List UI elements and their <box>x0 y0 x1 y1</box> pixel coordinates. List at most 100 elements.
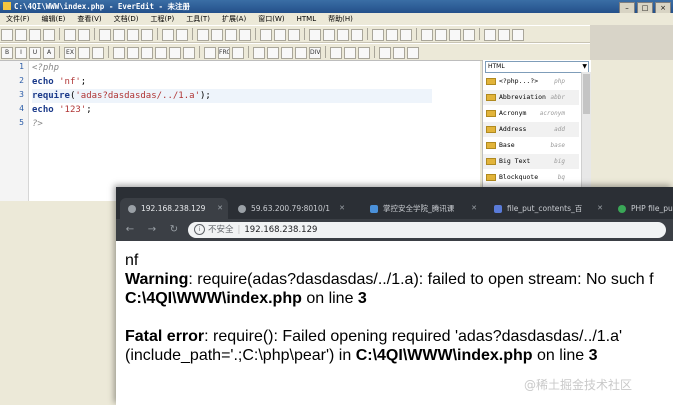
forward-arrow-icon[interactable]: → <box>146 223 158 237</box>
textarea-icon[interactable] <box>267 47 279 59</box>
indent-icon[interactable] <box>309 29 321 41</box>
undo-icon[interactable] <box>162 29 174 41</box>
menu-edit[interactable]: 编辑(E) <box>36 13 72 25</box>
clip-icon[interactable] <box>498 29 510 41</box>
bold-button[interactable]: B <box>1 47 13 59</box>
menu-tools[interactable]: 工具(T) <box>180 13 216 25</box>
warning-location: C:\4QI\WWW\index.php on line 3 <box>125 289 367 308</box>
input-icon[interactable] <box>253 47 265 59</box>
show-whitespace-icon[interactable] <box>435 29 447 41</box>
paragraph-icon[interactable] <box>127 47 139 59</box>
word-wrap-icon[interactable] <box>421 29 433 41</box>
print-preview-icon[interactable] <box>78 29 90 41</box>
url-text[interactable]: 192.168.238.129 <box>244 225 317 235</box>
snippet-item[interactable]: <?php...?> php <box>483 74 579 89</box>
tab-close-icon[interactable]: ✕ <box>339 198 345 219</box>
heading-icon[interactable] <box>113 47 125 59</box>
prev-bookmark-icon[interactable] <box>274 29 286 41</box>
copy-icon[interactable] <box>113 29 125 41</box>
style-icon[interactable] <box>344 47 356 59</box>
select-icon[interactable] <box>295 47 307 59</box>
uncomment-icon[interactable] <box>351 29 363 41</box>
menu-view[interactable]: 查看(V) <box>71 13 107 25</box>
not-secure-label[interactable]: 不安全 <box>208 225 234 235</box>
ex-button[interactable]: EX <box>64 47 76 59</box>
frc-button[interactable]: FRC <box>218 47 230 59</box>
color-picker-icon[interactable] <box>379 47 391 59</box>
fatal-line-number: 3 <box>588 347 598 364</box>
next-bookmark-icon[interactable] <box>288 29 300 41</box>
panel-scrollbar[interactable] <box>581 72 591 200</box>
address-bar[interactable]: i 不安全 | 192.168.238.129 <box>188 222 666 238</box>
line-break-icon[interactable] <box>141 47 153 59</box>
print-icon[interactable] <box>64 29 76 41</box>
tab-close-icon[interactable]: ✕ <box>471 198 477 219</box>
tab-close-icon[interactable]: ✕ <box>597 198 603 219</box>
italic-button[interactable]: I <box>15 47 27 59</box>
menu-window[interactable]: 窗口(W) <box>252 13 290 25</box>
run-icon[interactable] <box>400 29 412 41</box>
span-icon[interactable] <box>330 47 342 59</box>
form-icon[interactable] <box>232 47 244 59</box>
macro-play-icon[interactable] <box>386 29 398 41</box>
find-icon[interactable] <box>197 29 209 41</box>
menu-extensions[interactable]: 扩展(A) <box>216 13 252 25</box>
macro-record-icon[interactable] <box>372 29 384 41</box>
tab-php-file-put[interactable]: PHP file_pu <box>610 198 673 219</box>
snippet-item[interactable]: Base base <box>483 138 579 153</box>
tab-close-icon[interactable]: ✕ <box>217 198 223 219</box>
anchor-icon[interactable] <box>155 47 167 59</box>
underline-button[interactable]: U <box>29 47 41 59</box>
validate-icon[interactable] <box>407 47 419 59</box>
tab-192-168-238-129[interactable]: 192.168.238.129 ✕ <box>120 198 228 219</box>
open-file-icon[interactable] <box>15 29 27 41</box>
menu-html[interactable]: HTML <box>291 13 322 25</box>
snippet-category-select[interactable]: HTML ▼ <box>485 61 589 73</box>
goto-icon[interactable] <box>239 29 251 41</box>
snippet-item[interactable]: Big Text big <box>483 154 579 169</box>
align-left-icon[interactable] <box>78 47 90 59</box>
special-char-icon[interactable] <box>393 47 405 59</box>
menu-document[interactable]: 文档(D) <box>108 13 145 25</box>
new-file-icon[interactable] <box>1 29 13 41</box>
code-editor[interactable]: 1 2 3 4 5 <?php echo 'nf'; require('adas… <box>0 60 480 201</box>
snippet-item[interactable]: Abbreviation abbr <box>483 90 579 105</box>
list-icon[interactable] <box>204 47 216 59</box>
image-icon[interactable] <box>169 47 181 59</box>
back-arrow-icon[interactable]: ← <box>124 223 136 237</box>
bookmark-icon[interactable] <box>260 29 272 41</box>
scrollbar-thumb[interactable] <box>583 74 590 114</box>
column-mode-icon[interactable] <box>449 29 461 41</box>
snippet-item[interactable]: Acronym acronym <box>483 106 579 121</box>
script-icon[interactable] <box>358 47 370 59</box>
snippet-item[interactable]: Blockquote bq <box>483 170 579 185</box>
tab-zhangkong-academy[interactable]: 掌控安全学院_腾讯课 ✕ <box>362 198 482 219</box>
comment-icon[interactable] <box>337 29 349 41</box>
paste-icon[interactable] <box>127 29 139 41</box>
replace-icon[interactable] <box>211 29 223 41</box>
menu-file[interactable]: 文件(F) <box>0 13 36 25</box>
redo-icon[interactable] <box>176 29 188 41</box>
outdent-icon[interactable] <box>323 29 335 41</box>
reload-icon[interactable]: ↻ <box>168 223 180 237</box>
save-icon[interactable] <box>29 29 41 41</box>
outline-icon[interactable] <box>484 29 496 41</box>
delete-icon[interactable] <box>141 29 153 41</box>
menu-project[interactable]: 工程(P) <box>145 13 181 25</box>
fullscreen-icon[interactable] <box>463 29 475 41</box>
browser-preview-icon[interactable] <box>512 29 524 41</box>
div-button[interactable]: DIV <box>309 47 321 59</box>
info-icon[interactable]: i <box>194 224 205 235</box>
font-color-button[interactable]: A <box>43 47 55 59</box>
cut-icon[interactable] <box>99 29 111 41</box>
menu-help[interactable]: 帮助(H) <box>322 13 359 25</box>
warning-line-number: 3 <box>357 290 367 307</box>
align-center-icon[interactable] <box>92 47 104 59</box>
tab-59-63-200-79[interactable]: 59.63.200.79:8010/1 ✕ <box>230 198 350 219</box>
checkbox-icon[interactable] <box>281 47 293 59</box>
table-icon[interactable] <box>183 47 195 59</box>
find-in-files-icon[interactable] <box>225 29 237 41</box>
save-all-icon[interactable] <box>43 29 55 41</box>
tab-file-put-contents[interactable]: file_put_contents_百 ✕ <box>486 198 608 219</box>
snippet-item[interactable]: Address add <box>483 122 579 137</box>
